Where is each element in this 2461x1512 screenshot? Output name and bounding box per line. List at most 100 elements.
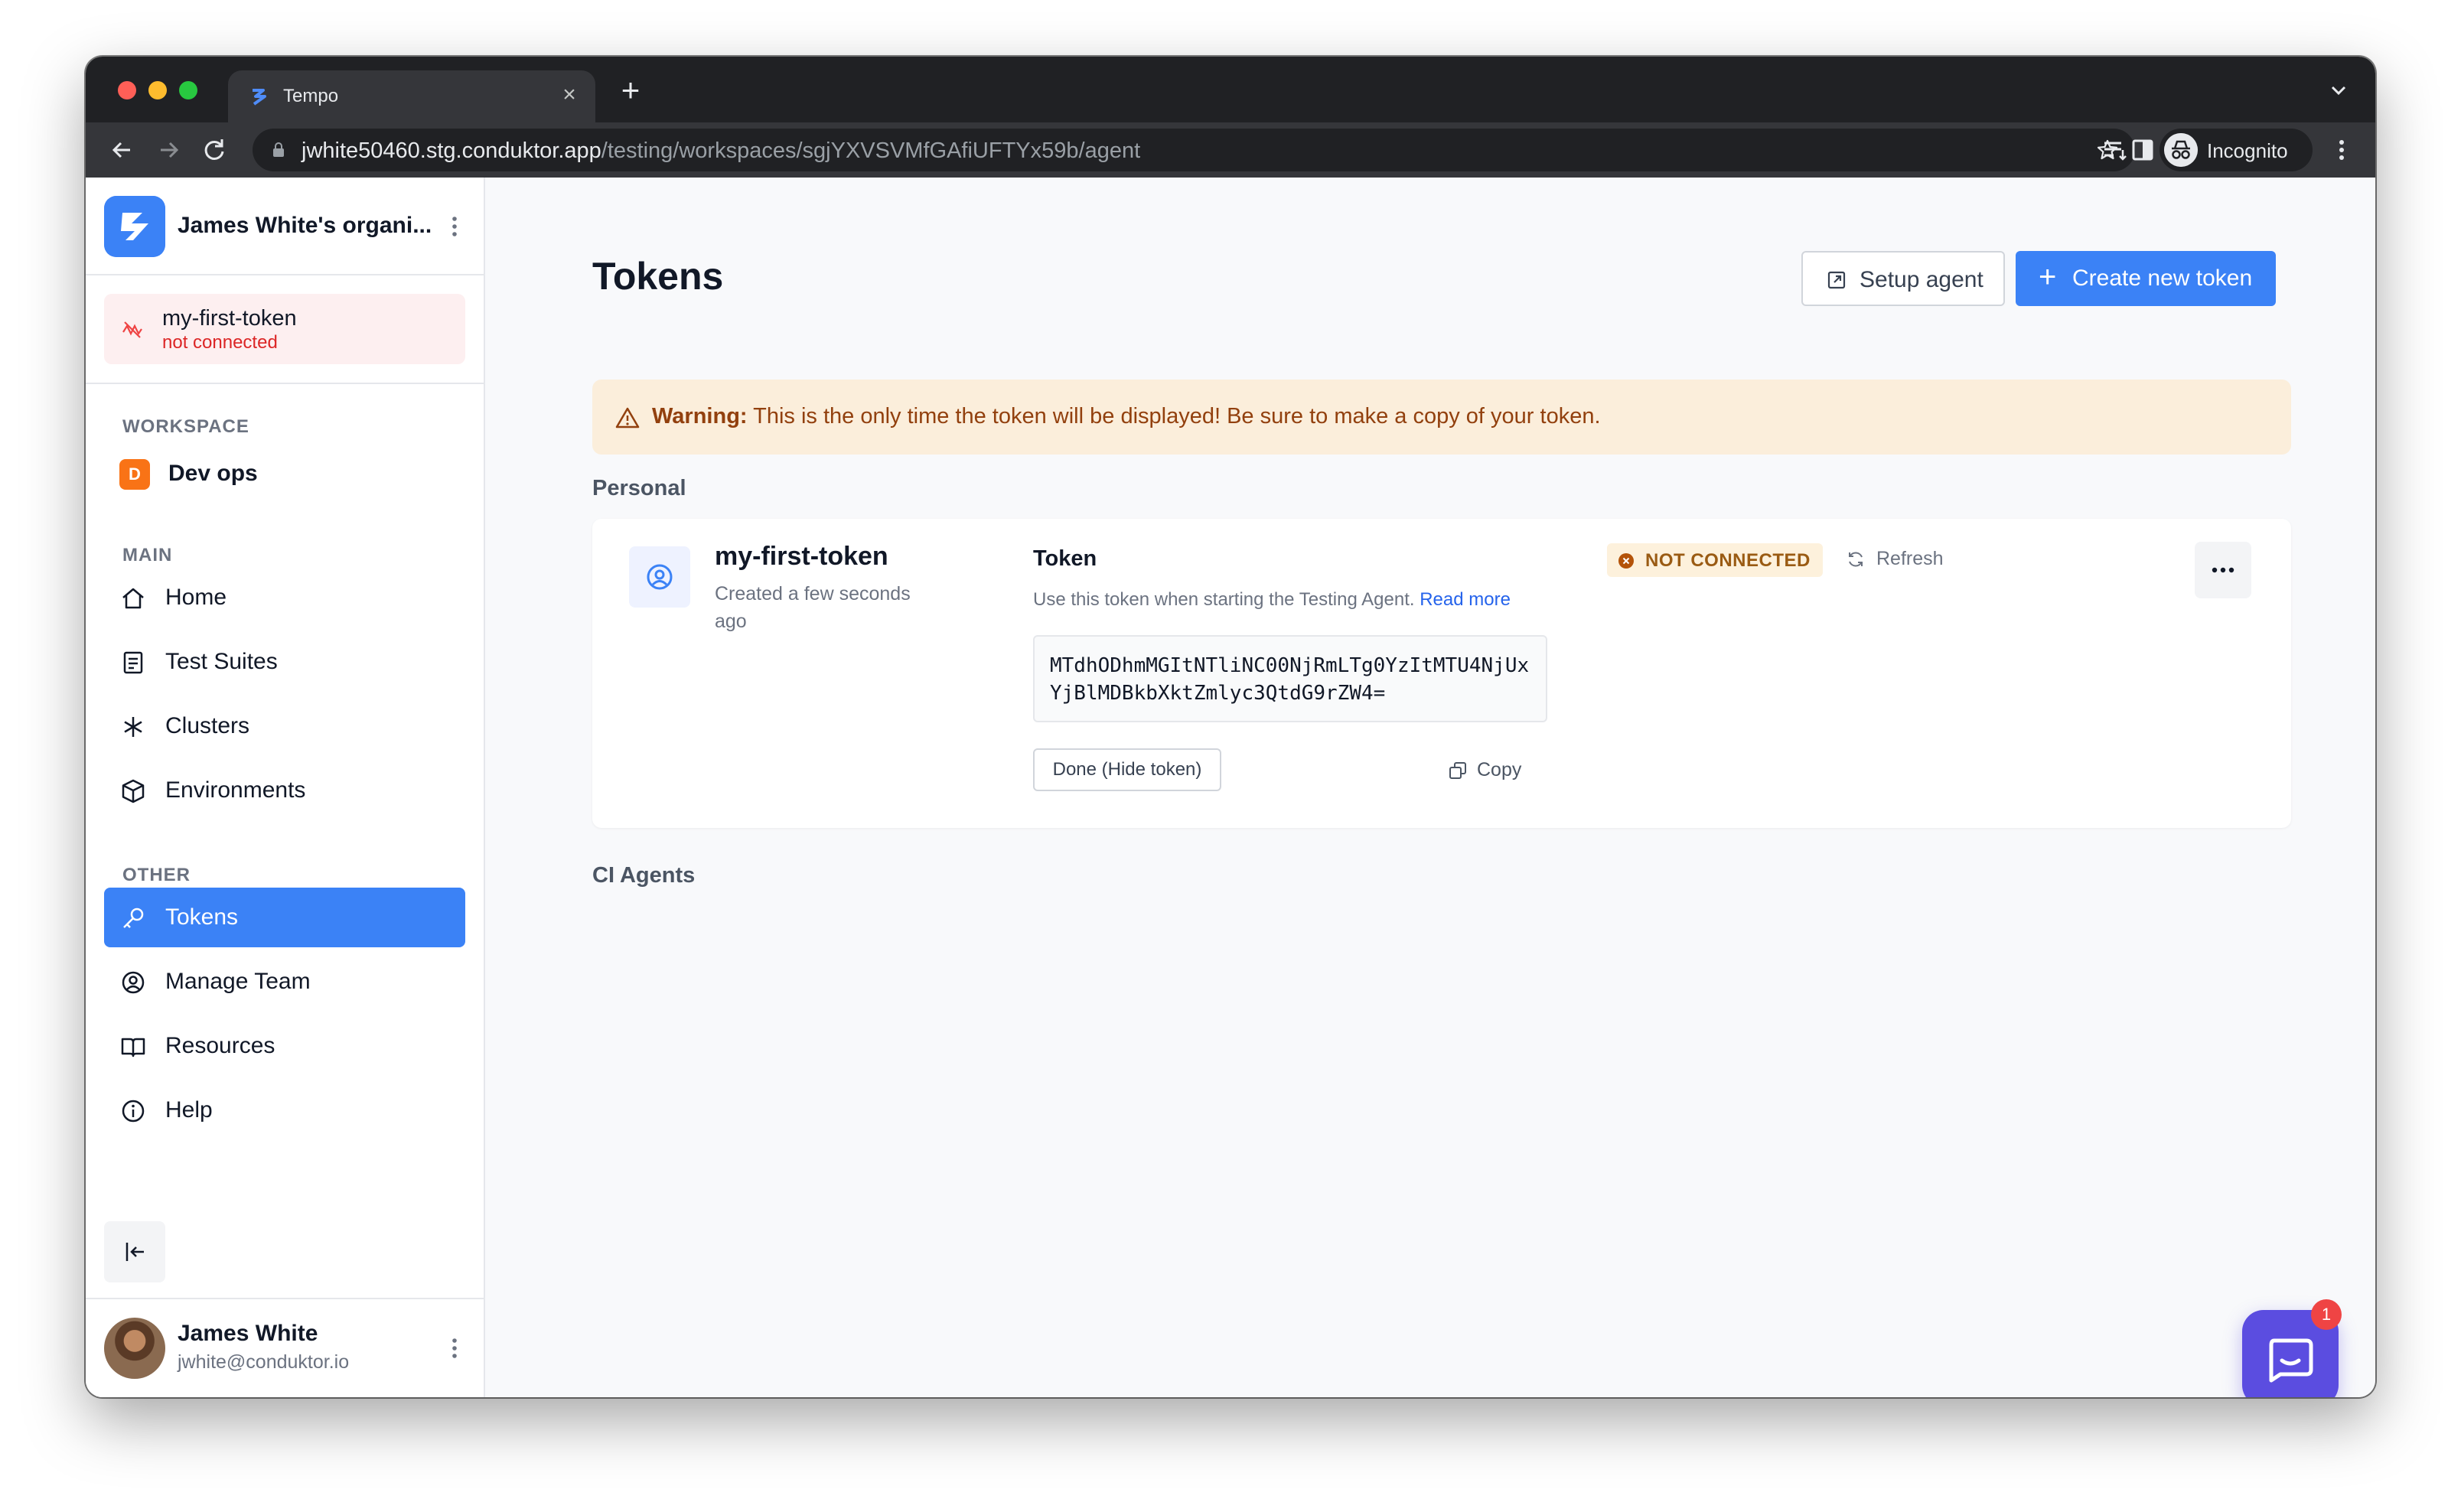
personal-section-label: Personal: [592, 476, 686, 500]
browser-tab-bar: Tempo × +: [86, 57, 2375, 122]
info-icon: [122, 1100, 145, 1123]
user-email: jwhite@conduktor.io: [178, 1351, 350, 1373]
side-panel-icon[interactable]: [2127, 135, 2158, 165]
browser-menu-icon[interactable]: [2325, 133, 2358, 167]
user-circle-icon: [122, 971, 145, 994]
chat-bubble-icon: [2269, 1338, 2313, 1383]
token-hint: Use this token when starting the Testing…: [1033, 589, 1511, 611]
sidebar-item-help[interactable]: Help: [104, 1080, 465, 1140]
sidebar-item-label: Tokens: [165, 904, 239, 930]
sidebar-item-environments[interactable]: Environments: [104, 761, 465, 820]
browser-tab[interactable]: Tempo ×: [228, 70, 595, 122]
sidebar-divider: [86, 274, 484, 275]
sidebar-divider: [86, 383, 484, 384]
forward-arrow-icon[interactable]: [152, 133, 185, 167]
cube-icon: [122, 779, 145, 803]
reload-icon[interactable]: [197, 133, 231, 167]
collapse-sidebar-button[interactable]: [104, 1221, 165, 1282]
avatar[interactable]: [104, 1318, 165, 1379]
token-heading: Token: [1033, 546, 1097, 571]
home-icon: [122, 588, 144, 609]
agent-connection-card[interactable]: my-first-token not connected: [104, 294, 465, 364]
token-value-box[interactable]: MTdhODhmMGItNTliNC00NjRmLTg0YzItMTU4NjUx…: [1033, 635, 1547, 722]
x-circle-icon: [1618, 553, 1634, 569]
token-value[interactable]: MTdhODhmMGItNTliNC00NjRmLTg0YzItMTU4NjUx…: [1050, 652, 1540, 707]
refresh-button[interactable]: Refresh: [1846, 546, 1953, 574]
warning-text: Warning: This is the only time the token…: [652, 404, 1601, 429]
user-menu-icon[interactable]: [439, 1333, 470, 1364]
disconnected-icon: [122, 321, 142, 338]
refresh-icon: [1849, 552, 1863, 567]
incognito-profile-button[interactable]: Incognito: [2159, 129, 2313, 171]
sidebar-divider: [86, 1298, 484, 1299]
token-card: my-first-token Created a few seconds ago…: [592, 519, 2291, 828]
app-viewport: James White's organi... my-first-token n…: [86, 178, 2375, 1397]
back-arrow-icon[interactable]: [106, 133, 139, 167]
warning-triangle-icon: [615, 407, 640, 429]
workspace-section-label: WORKSPACE: [122, 416, 249, 437]
user-circle-icon: [647, 564, 673, 590]
token-name: my-first-token: [715, 542, 888, 571]
main-content: Tokens Setup agent + Create new token Wa: [487, 178, 2375, 1397]
sidebar-item-label: Environments: [165, 777, 306, 803]
connection-status: not connected: [162, 332, 278, 353]
sidebar-item-test-suites[interactable]: Test Suites: [104, 632, 465, 692]
organization-menu-icon[interactable]: [439, 211, 470, 242]
list-icon: [123, 651, 143, 674]
warning-message: This is the only time the token will be …: [747, 404, 1601, 429]
url-path: /testing/workspaces/sgjYXVSVMfGAfiUFTYx5…: [601, 138, 1141, 163]
token-more-button[interactable]: [2195, 542, 2251, 598]
reading-list-icon[interactable]: [2100, 135, 2130, 165]
sidebar-item-label: Clusters: [165, 713, 250, 738]
book-icon: [121, 1038, 145, 1057]
copy-icon: [1449, 762, 1466, 779]
done-hide-token-button[interactable]: Done (Hide token): [1033, 748, 1221, 791]
address-bar[interactable]: jwhite50460.stg.conduktor.app/testing/wo…: [253, 129, 2135, 171]
status-badge: NOT CONNECTED: [1607, 543, 1823, 577]
minimize-window-button[interactable]: [148, 81, 167, 99]
create-new-token-label: Create new token: [2072, 266, 2253, 291]
more-horizontal-icon: [2212, 567, 2234, 573]
key-icon: [123, 908, 144, 928]
sidebar-item-label: Home: [165, 585, 227, 610]
tempo-favicon-icon: [253, 89, 266, 106]
maximize-window-button[interactable]: [179, 81, 197, 99]
incognito-label: Incognito: [2207, 139, 2288, 162]
copy-label: Copy: [1477, 759, 1522, 780]
read-more-link[interactable]: Read more: [1420, 589, 1511, 610]
external-link-icon: [1827, 271, 1846, 289]
organization-name[interactable]: James White's organi...: [178, 213, 432, 239]
ci-agents-section-label: CI Agents: [592, 863, 696, 888]
copy-token-button[interactable]: Copy: [1448, 758, 1532, 785]
sidebar: James White's organi... my-first-token n…: [86, 178, 485, 1397]
close-window-button[interactable]: [118, 81, 136, 99]
token-hint-text: Use this token when starting the Testing…: [1033, 589, 1415, 610]
page-title: Tokens: [592, 255, 724, 298]
setup-agent-button[interactable]: Setup agent: [1801, 251, 2005, 306]
setup-agent-label: Setup agent: [1860, 267, 1983, 292]
sidebar-item-resources[interactable]: Resources: [104, 1016, 465, 1076]
tab-close-icon[interactable]: ×: [556, 81, 583, 109]
status-badge-label: NOT CONNECTED: [1645, 550, 1811, 571]
tab-title: Tempo: [283, 86, 339, 106]
other-section-label: OTHER: [122, 865, 191, 885]
tab-search-chevron-icon[interactable]: [2323, 75, 2354, 106]
create-new-token-button[interactable]: + Create new token: [2016, 251, 2276, 306]
sidebar-item-label: Resources: [165, 1033, 275, 1058]
new-tab-icon[interactable]: +: [614, 73, 647, 107]
plus-icon: +: [2039, 260, 2057, 294]
url-text: jwhite50460.stg.conduktor.app/testing/wo…: [302, 138, 1140, 164]
sidebar-item-tokens[interactable]: Tokens: [104, 888, 465, 947]
sidebar-item-home[interactable]: Home: [104, 568, 465, 627]
sidebar-item-label: Help: [165, 1097, 213, 1123]
connection-token-name: my-first-token: [162, 306, 297, 331]
workspace-name[interactable]: Dev ops: [168, 461, 258, 487]
workspace-badge: D: [119, 459, 150, 490]
asterisk-icon: [124, 717, 142, 737]
warning-strong: Warning:: [652, 404, 748, 429]
collapse-arrow-icon: [125, 1243, 144, 1261]
browser-window: Tempo × + jwhite50460.stg.conduktor.app/…: [86, 57, 2375, 1397]
sidebar-item-manage-team[interactable]: Manage Team: [104, 952, 465, 1012]
sidebar-item-clusters[interactable]: Clusters: [104, 696, 465, 756]
sidebar-item-label: Test Suites: [165, 649, 278, 674]
